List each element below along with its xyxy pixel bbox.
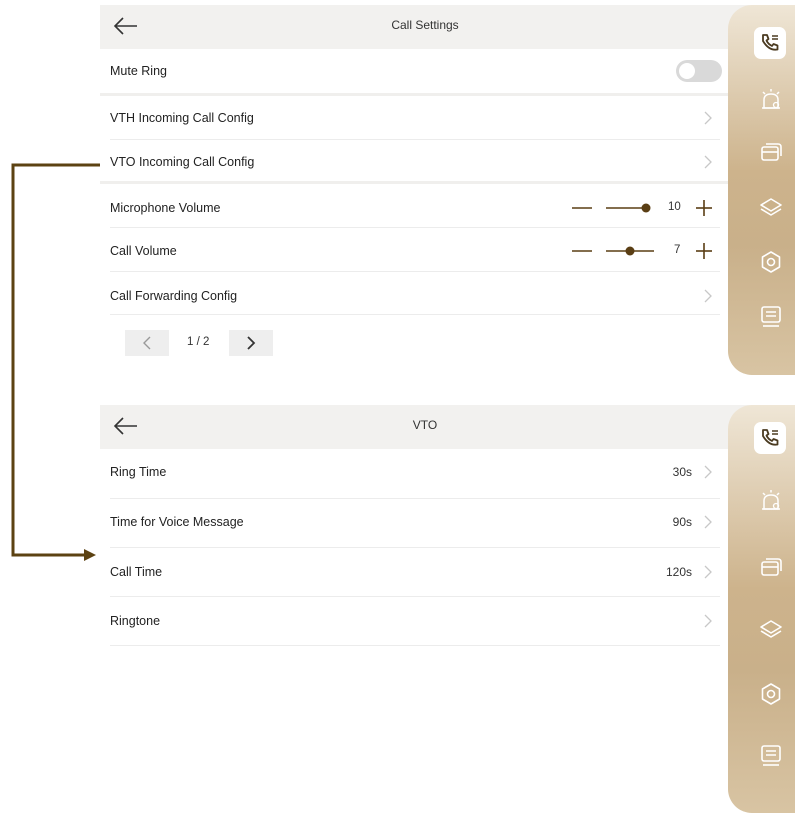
call-forwarding-config-row[interactable]: Call Forwarding Config [110,274,720,318]
mute-ring-toggle[interactable] [676,60,722,82]
gear-icon [761,251,781,273]
call-settings-icon [762,34,779,51]
flow-connector-arrow [11,163,100,561]
sidebar-alarm[interactable] [754,83,786,115]
sidebar-cards[interactable] [754,135,786,167]
microphone-volume-value: 10 [668,201,681,213]
vto-incoming-label: VTO Incoming Call Config [110,155,255,169]
row-divider [110,645,720,646]
sidebar [728,5,795,375]
microphone-volume-control: 10 [570,198,720,218]
chevron-right-icon [247,336,256,350]
sidebar-layers[interactable] [754,190,786,222]
ringtone-row[interactable]: Ringtone [110,599,720,643]
sidebar-call-settings[interactable] [754,27,786,59]
page-title: VTO [412,418,438,432]
call-time-label: Call Time [110,565,163,579]
ringtone-label: Ringtone [110,614,161,628]
mute-ring-label: Mute Ring [110,64,167,78]
chevron-left-icon [143,336,151,350]
card-icon [761,143,782,161]
row-divider [110,547,720,548]
row-divider [110,596,720,597]
ring-time-label: Ring Time [110,465,167,479]
sidebar-info[interactable] [754,299,786,331]
sidebar-call-settings[interactable] [754,422,786,454]
alarm-icon [762,490,780,510]
alarm-icon [762,89,780,109]
row-divider [110,227,720,228]
slider-handle [641,203,651,213]
call-volume-label: Call Volume [110,244,177,258]
mute-ring-row: Mute Ring [110,49,722,93]
info-list-icon [761,745,781,766]
slider-handle [625,246,635,256]
voice-message-time-value: 90s [672,515,692,529]
row-divider [110,498,720,499]
sidebar-info[interactable] [754,738,786,770]
section-divider [100,181,750,184]
chevron-right-icon [704,111,712,125]
call-settings-icon [762,429,779,446]
microphone-volume-slider[interactable] [570,198,720,218]
sidebar-settings[interactable] [754,677,786,709]
chevron-right-icon [704,565,712,579]
microphone-volume-row: Microphone Volume 10 [110,186,720,230]
row-divider [110,314,720,315]
ring-time-row[interactable]: Ring Time 30s [110,450,720,494]
chevron-right-icon [704,465,712,479]
voice-message-time-label: Time for Voice Message [110,515,244,529]
vto-incoming-call-config-row[interactable]: VTO Incoming Call Config [110,140,720,184]
call-settings-screen: Call Settings Mute Ring VTH Incoming Cal… [100,0,795,375]
title-bar: Call Settings [100,5,750,49]
toggle-knob [679,63,695,79]
layers-icon [760,198,782,216]
page-title: Call Settings [391,18,459,32]
call-forwarding-label: Call Forwarding Config [110,289,238,303]
vto-settings-screen: VTO Ring Time 30s Time for Voice Message… [100,400,795,813]
call-volume-row: Call Volume 7 [110,229,720,273]
sidebar-layers[interactable] [754,612,786,644]
call-volume-value: 7 [674,244,681,256]
vth-incoming-label: VTH Incoming Call Config [110,111,254,125]
sidebar-settings[interactable] [754,245,786,277]
voice-message-time-row[interactable]: Time for Voice Message 90s [110,500,720,544]
sidebar-cards[interactable] [754,550,786,582]
gear-icon [761,683,781,705]
vth-incoming-call-config-row[interactable]: VTH Incoming Call Config [110,96,720,140]
next-page-button[interactable] [229,330,273,356]
chevron-right-icon [704,614,712,628]
layers-icon [760,620,782,638]
sidebar-alarm[interactable] [754,484,786,516]
ring-time-value: 30s [672,465,692,479]
info-list-icon [761,306,781,327]
chevron-right-icon [704,155,712,169]
call-volume-control: 7 [570,241,720,261]
page-indicator: 1 / 2 [187,336,210,348]
microphone-volume-label: Microphone Volume [110,201,221,215]
call-time-value: 120s [665,565,692,579]
prev-page-button[interactable] [125,330,169,356]
call-volume-slider[interactable] [570,241,720,261]
sidebar [728,405,795,813]
chevron-right-icon [704,289,712,303]
row-divider [110,271,720,272]
card-icon [761,558,782,576]
call-time-row[interactable]: Call Time 120s [110,550,720,594]
title-bar: VTO [100,405,750,449]
chevron-right-icon [704,515,712,529]
